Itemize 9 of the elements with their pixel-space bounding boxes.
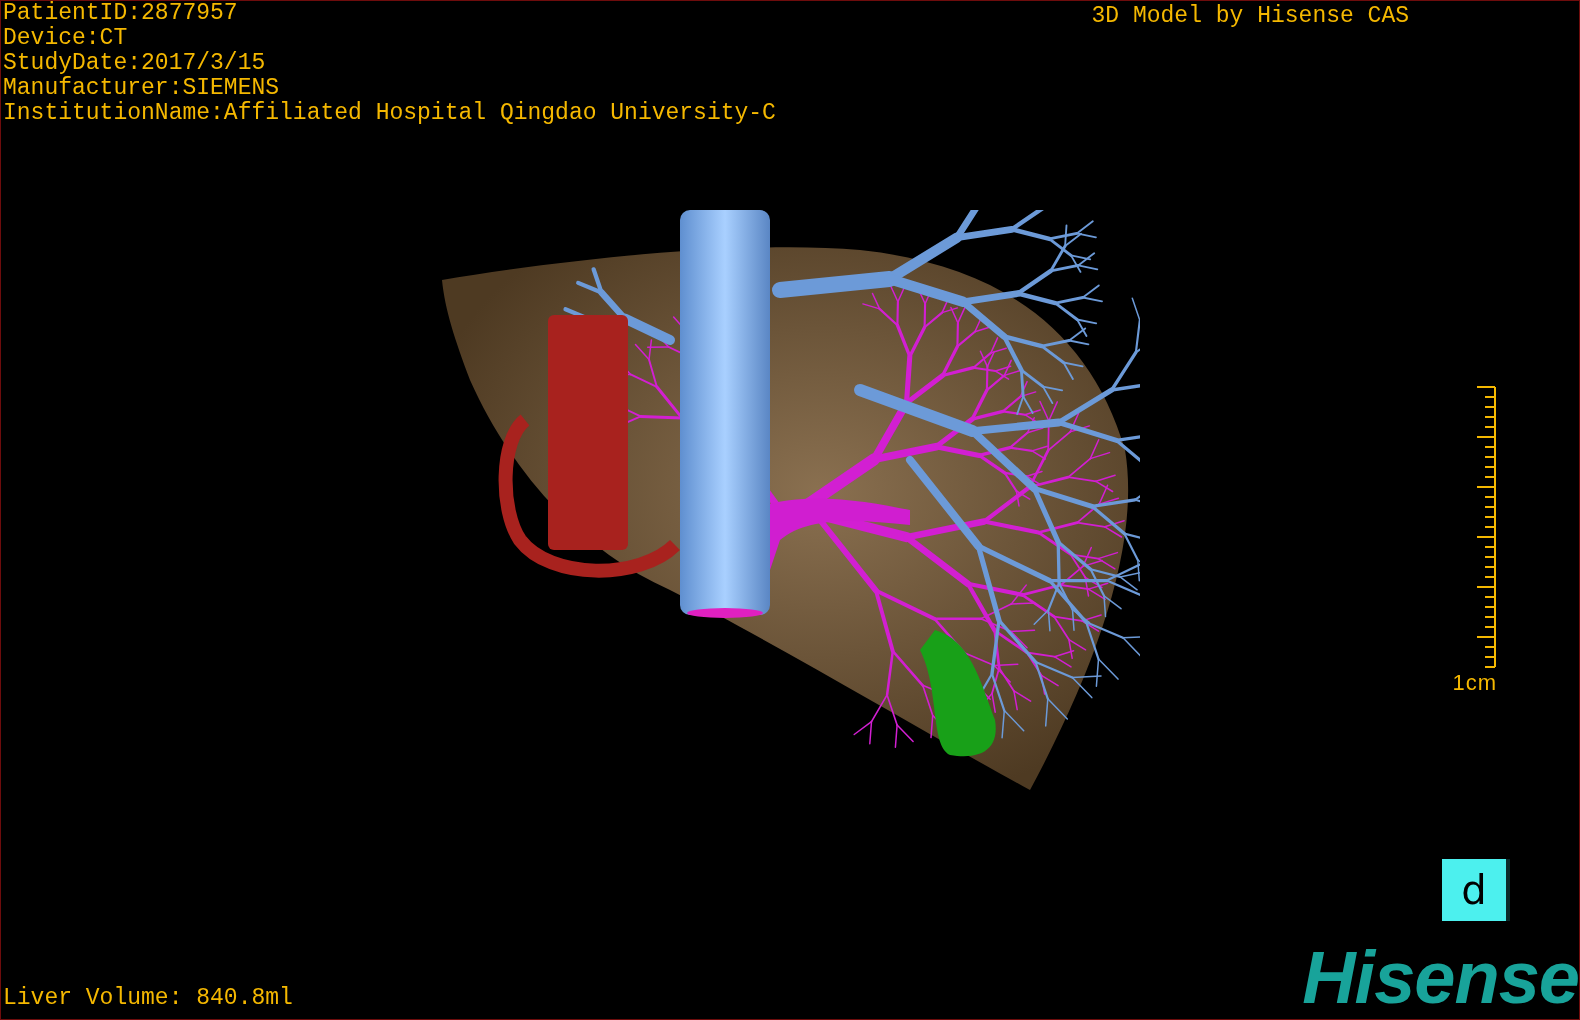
patient-info: InstitutionName:Affiliated Hospital Qingdao University-C [3,101,776,126]
patient-info: StudyDate:2017/3/15 [3,51,267,76]
patient-info: Manufacturer:SIEMENS [3,76,281,101]
brand-logo: Hisense [1302,947,1579,1009]
liver-volume: Liver Volume: 840.8ml [3,986,293,1011]
scale-label: 1cm [1452,670,1497,696]
patient-info: PatientID:2877957 [3,1,239,26]
model-title: 3D Model by Hisense CAS [1091,4,1409,29]
patient-info: Device:CT [3,26,129,51]
